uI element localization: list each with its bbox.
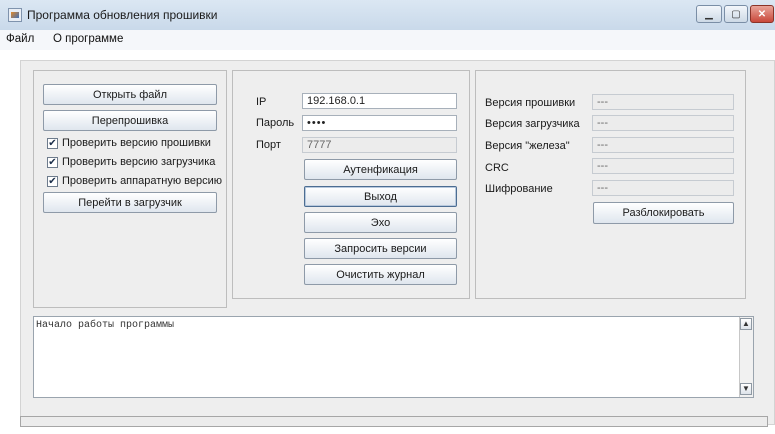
firmware-version-label: Версия прошивки [485,97,576,109]
clear-log-button[interactable]: Очистить журнал [304,264,457,285]
menu-file[interactable]: Файл [6,33,34,45]
hardware-version-label: Версия "железа" [485,140,570,152]
check-hardware-label: Проверить аппаратную версию [62,175,222,187]
scroll-up-icon[interactable]: ▲ [740,318,752,330]
encryption-label: Шифрование [485,183,553,195]
scroll-down-icon[interactable]: ▼ [740,383,752,395]
port-label: Порт [256,139,281,151]
encryption-field: --- [592,180,734,196]
crc-field: --- [592,158,734,174]
check-hardware-checkbox[interactable]: ✔ [47,176,58,187]
auth-button[interactable]: Аутенфикация [304,159,457,180]
maximize-button[interactable]: ▢ [724,5,748,23]
app-icon [8,8,22,22]
flash-button[interactable]: Перепрошивка [43,110,217,131]
bootloader-version-field: --- [592,115,734,131]
goto-bootloader-button[interactable]: Перейти в загрузчик [43,192,217,213]
request-versions-button[interactable]: Запросить версии [304,238,457,259]
unlock-button[interactable]: Разблокировать [593,202,734,224]
ip-field[interactable]: 192.168.0.1 [302,93,457,109]
password-field[interactable]: •••• [302,115,457,131]
log-text: Начало работы программы [36,320,175,331]
check-firmware-checkbox[interactable]: ✔ [47,138,58,149]
port-field[interactable]: 7777 [302,137,457,153]
password-label: Пароль [256,117,295,129]
progress-bar [20,416,768,427]
window-title: Программа обновления прошивки [27,8,218,22]
echo-button[interactable]: Эхо [304,212,457,233]
bootloader-version-label: Версия загрузчика [485,118,580,130]
exit-button[interactable]: Выход [304,186,457,207]
ip-label: IP [256,96,267,108]
log-scrollbar[interactable]: ▲ ▼ [739,317,753,397]
file-panel [33,70,227,308]
close-button[interactable]: ✕ [750,5,774,23]
check-bootloader-label: Проверить версию загрузчика [62,156,216,168]
hardware-version-field: --- [592,137,734,153]
menu-about[interactable]: О программе [53,33,123,45]
check-bootloader-checkbox[interactable]: ✔ [47,157,58,168]
open-file-button[interactable]: Открыть файл [43,84,217,105]
check-firmware-label: Проверить версию прошивки [62,137,211,149]
crc-label: CRC [485,162,509,174]
firmware-version-field: --- [592,94,734,110]
minimize-button[interactable]: ▁ [696,5,722,23]
